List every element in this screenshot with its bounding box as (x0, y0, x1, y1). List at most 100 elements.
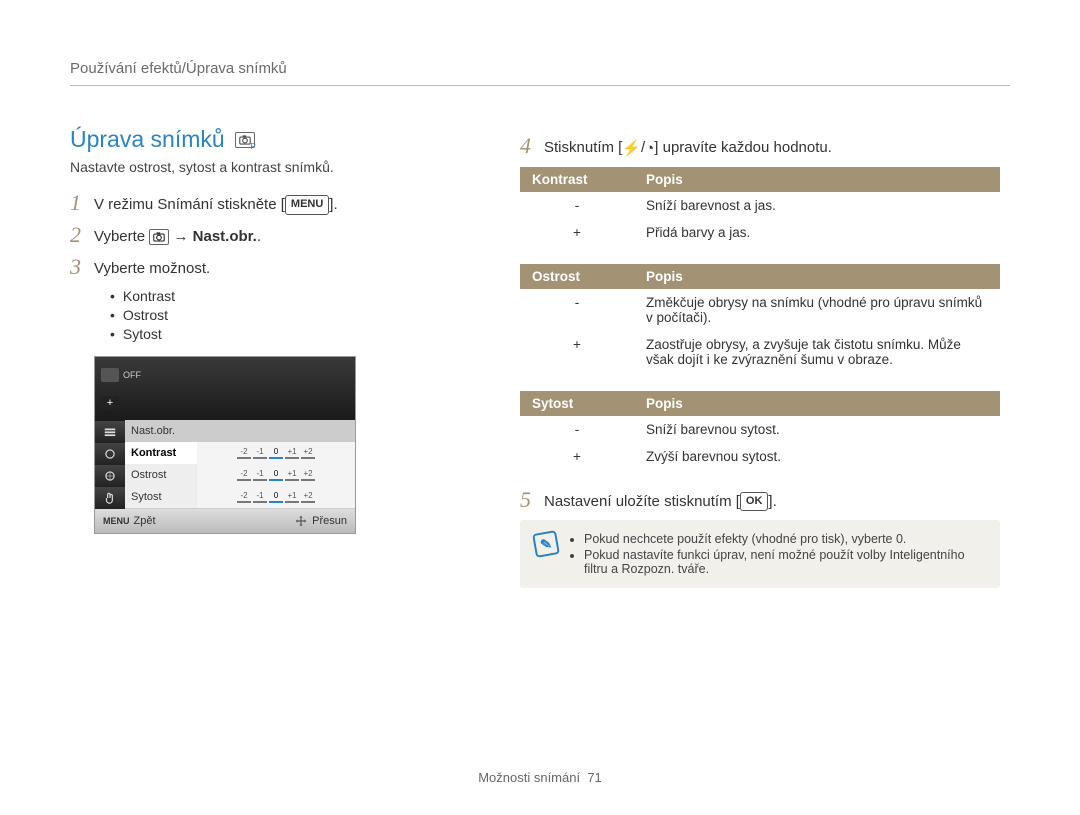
step-4: 4 Stisknutím [⚡/◔] upravíte každou hodno… (520, 134, 1000, 159)
camera-slider: -2 -1 0 +1 +2 (197, 442, 355, 465)
camera-row-label: Kontrast (125, 442, 197, 465)
step-3: 3 Vyberte možnost. (70, 255, 450, 279)
camera-bottom-bar: MENU Zpět Přesun (95, 509, 355, 533)
footer-page-number: 71 (587, 770, 601, 785)
step-1: 1 V režimu Snímání stiskněte [MENU]. (70, 191, 450, 215)
table-key: - (520, 416, 634, 443)
camera-menu-header: Nast.obr. (95, 421, 355, 443)
step-5: 5 Nastavení uložíte stisknutím [OK]. (520, 488, 1000, 512)
camera-icon (149, 229, 169, 245)
arrow-text: → (173, 228, 192, 245)
table-header: Popis (634, 391, 1000, 416)
table-value: Zvýší barevnou sytost. (634, 443, 1000, 470)
camera-screen-mock: OFF + Nast.obr. Kont (94, 356, 356, 534)
camera-row-sytost: Sytost -2 -1 0 +1 +2 (95, 487, 355, 509)
slider-tick: +1 (285, 447, 299, 459)
step-text-post: . (257, 228, 261, 245)
slider-tick: -1 (253, 491, 267, 503)
table-header: Sytost (520, 391, 634, 416)
flash-icon: ⚡ (622, 138, 641, 159)
table-sytost: Sytost Popis - Sníží barevnou sytost. + … (520, 391, 1000, 470)
table-header: Kontrast (520, 167, 634, 192)
page-subtitle: Nastavte ostrost, sytost a kontrast sním… (70, 159, 450, 175)
slider-tick: +1 (285, 491, 299, 503)
step-number: 3 (70, 255, 94, 279)
table-header-row: Kontrast Popis (520, 167, 1000, 192)
camera-row-kontrast: Kontrast -2 -1 0 +1 +2 (95, 443, 355, 465)
slider-tick: 0 (269, 469, 283, 481)
slider-tick: 0 (269, 491, 283, 503)
adjust-icon (95, 421, 125, 443)
step-number: 1 (70, 191, 94, 215)
table-value: Sníží barevnou sytost. (634, 416, 1000, 443)
camera-move-label: Přesun (312, 515, 347, 527)
left-column: Úprava snímků P Nastavte ostrost, sytost… (70, 126, 450, 588)
menu-button-glyph: MENU (285, 195, 329, 214)
page-footer: Možnosti snímání 71 (0, 770, 1080, 785)
menu-glyph: MENU (103, 516, 130, 526)
camera-back: MENU Zpět (103, 515, 156, 527)
hand-icon (95, 487, 125, 509)
table-header-row: Sytost Popis (520, 391, 1000, 416)
note-icon: ✎ (532, 530, 560, 558)
camera-top-bar: OFF + (95, 357, 355, 421)
note-item: Pokud nechcete použít efekty (vhodné pro… (584, 532, 986, 546)
table-row: + Zvýší barevnou sytost. (520, 443, 1000, 470)
camera-slider: -2 -1 0 +1 +2 (197, 486, 355, 509)
face-icon (95, 443, 125, 465)
breadcrumb: Používání efektů/Úprava snímků (70, 60, 1010, 86)
step-text: V režimu Snímání stiskněte [MENU]. (94, 191, 338, 215)
table-key: - (520, 192, 634, 219)
step-text-pre: Vyberte (94, 228, 149, 245)
step-text-post: ]. (329, 196, 337, 213)
table-header: Ostrost (520, 264, 634, 289)
table-value: Sníží barevnost a jas. (634, 192, 1000, 219)
table-header-row: Ostrost Popis (520, 264, 1000, 289)
slider-tick: -2 (237, 491, 251, 503)
camera-row-label: Ostrost (125, 464, 197, 487)
list-item: Sytost (110, 326, 450, 342)
slider-tick: +2 (301, 447, 315, 459)
step-number: 4 (520, 134, 544, 158)
home-icon (101, 368, 119, 382)
move-icon (294, 514, 308, 528)
step-text: Vyberte možnost. (94, 255, 210, 279)
page-title-text: Úprava snímků (70, 126, 225, 153)
page: Používání efektů/Úprava snímků Úprava sn… (0, 0, 1080, 815)
table-value: Změkčuje obrysy na snímku (vhodné pro úp… (634, 289, 1000, 331)
page-title: Úprava snímků P (70, 126, 450, 153)
right-column: 4 Stisknutím [⚡/◔] upravíte každou hodno… (520, 126, 1000, 588)
note-item: Pokud nastavíte funkci úprav, není možné… (584, 548, 986, 576)
slider-tick: +2 (301, 491, 315, 503)
step-text: Vyberte → Nast.obr.. (94, 223, 261, 247)
table-key: + (520, 219, 634, 246)
step-text-pre: Stisknutím [ (544, 139, 622, 156)
content-columns: Úprava snímků P Nastavte ostrost, sytost… (70, 126, 1010, 588)
list-item: Kontrast (110, 288, 450, 304)
table-row: - Změkčuje obrysy na snímku (vhodné pro … (520, 289, 1000, 331)
camera-row-ostrost: Ostrost -2 -1 0 +1 +2 (95, 465, 355, 487)
note-list: Pokud nechcete použít efekty (vhodné pro… (568, 530, 986, 578)
table-value: Přidá barvy a jas. (634, 219, 1000, 246)
slider-tick: -1 (253, 469, 267, 481)
option-list: Kontrast Ostrost Sytost (110, 288, 450, 342)
plus-icon: + (101, 396, 119, 410)
table-row: + Přidá barvy a jas. (520, 219, 1000, 246)
slider-tick: -2 (237, 447, 251, 459)
table-header: Popis (634, 264, 1000, 289)
step-bold: Nast.obr. (193, 228, 257, 245)
camera-slider: -2 -1 0 +1 +2 (197, 464, 355, 487)
camera-header-label: Nast.obr. (125, 420, 355, 443)
step-text: Stisknutím [⚡/◔] upravíte každou hodnotu… (544, 134, 832, 159)
table-value: Zaostřuje obrysy, a zvyšuje tak čistotu … (634, 331, 1000, 373)
table-row: - Sníží barevnost a jas. (520, 192, 1000, 219)
off-label: OFF (123, 370, 141, 380)
table-key: + (520, 331, 634, 373)
slider-tick: -2 (237, 469, 251, 481)
table-row: + Zaostřuje obrysy, a zvyšuje tak čistot… (520, 331, 1000, 373)
table-row: - Sníží barevnou sytost. (520, 416, 1000, 443)
camera-p-mode-icon: P (235, 132, 255, 148)
table-header: Popis (634, 167, 1000, 192)
footer-label: Možnosti snímání (478, 770, 580, 785)
step-number: 5 (520, 488, 544, 512)
